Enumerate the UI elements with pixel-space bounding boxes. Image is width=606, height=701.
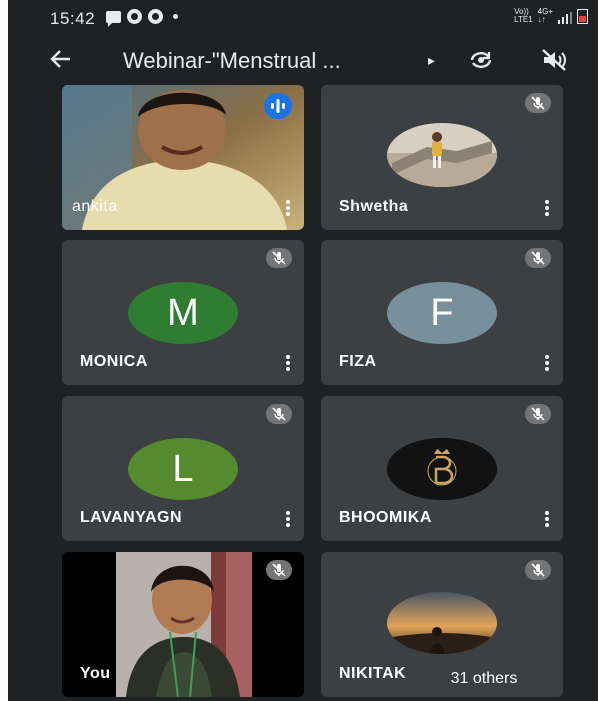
mic-off-icon [531,563,545,577]
avatar [387,438,497,500]
call-header: Webinar-"Menstrual ... ▸ [8,38,598,82]
audio-output-button[interactable] [540,48,568,72]
participant-name: FIZA [339,353,377,370]
participant-name: You [80,665,111,682]
participant-options-button[interactable] [545,355,549,371]
speaker-off-icon [542,49,566,71]
arrow-back-icon [50,50,70,68]
network-type: 4G+ ↓↑ [537,7,553,24]
avatar-logo [387,438,497,500]
switch-camera-icon [470,52,492,68]
participant-name: Shwetha [339,198,409,215]
more-notifications-icon [173,14,178,19]
switch-camera-button[interactable] [468,48,494,72]
participant-tile-shwetha[interactable]: Shwetha [321,85,563,230]
mic-off-icon [272,407,286,421]
avatar-photo [387,123,497,187]
participant-name: ankita [72,198,118,215]
participant-name: BHOOMIKA [339,509,432,526]
participant-tile-bhoomika[interactable]: BHOOMIKA [321,396,563,541]
meeting-details-caret-icon[interactable]: ▸ [428,52,435,69]
mic-off-icon [531,251,545,265]
meet-icon [148,9,163,24]
meeting-title[interactable]: Webinar-"Menstrual ... [123,48,341,74]
status-bar: 15:42 Vo)) LTE1 4G+ ↓↑ [8,0,598,36]
participant-tile-self[interactable]: You [62,552,304,697]
signal-icon [558,12,572,24]
avatar [387,123,497,187]
avatar-initial: F [387,282,497,344]
notification-icons [106,9,178,27]
meet-icon [127,9,142,24]
avatar-initial: M [128,282,238,344]
audio-level-icon [271,99,285,113]
mic-off-icon [272,251,286,265]
participant-tile-monica[interactable]: M MONICA [62,240,304,385]
participant-options-button[interactable] [286,355,290,371]
muted-indicator [266,404,292,424]
participant-options-button[interactable] [286,511,290,527]
participant-name: LAVANYAGN [80,509,182,526]
volte-indicator: Vo)) LTE1 [514,7,533,24]
participant-options-button[interactable] [545,511,549,527]
participant-options-button[interactable] [545,200,549,216]
meet-screen: 15:42 Vo)) LTE1 4G+ ↓↑ Webinar-"Menstrua… [8,0,598,701]
muted-indicator [525,93,551,113]
muted-indicator [525,560,551,580]
participant-name: NIKITAK [339,665,407,682]
others-count-chip[interactable]: 31 others [428,665,540,693]
muted-indicator [266,560,292,580]
back-button[interactable] [48,46,74,76]
mic-off-icon [531,407,545,421]
participant-tile-fiza[interactable]: F FIZA [321,240,563,385]
mic-off-icon [531,96,545,110]
participant-tile-ankita[interactable]: ankita [62,85,304,230]
muted-indicator [525,248,551,268]
participant-name: MONICA [80,353,148,370]
avatar-photo [387,592,497,654]
battery-icon [577,9,588,24]
participant-options-button[interactable] [286,200,290,216]
muted-indicator [266,248,292,268]
avatar-initial: L [128,438,238,500]
message-icon [106,10,121,27]
muted-indicator [525,404,551,424]
clock: 15:42 [50,9,96,28]
mic-off-icon [272,563,286,577]
system-indicators: Vo)) LTE1 4G+ ↓↑ [514,8,588,24]
speaking-indicator [264,93,292,119]
self-video [116,552,252,697]
participant-tile-lavanyagn[interactable]: L LAVANYAGN [62,396,304,541]
avatar [387,592,497,654]
